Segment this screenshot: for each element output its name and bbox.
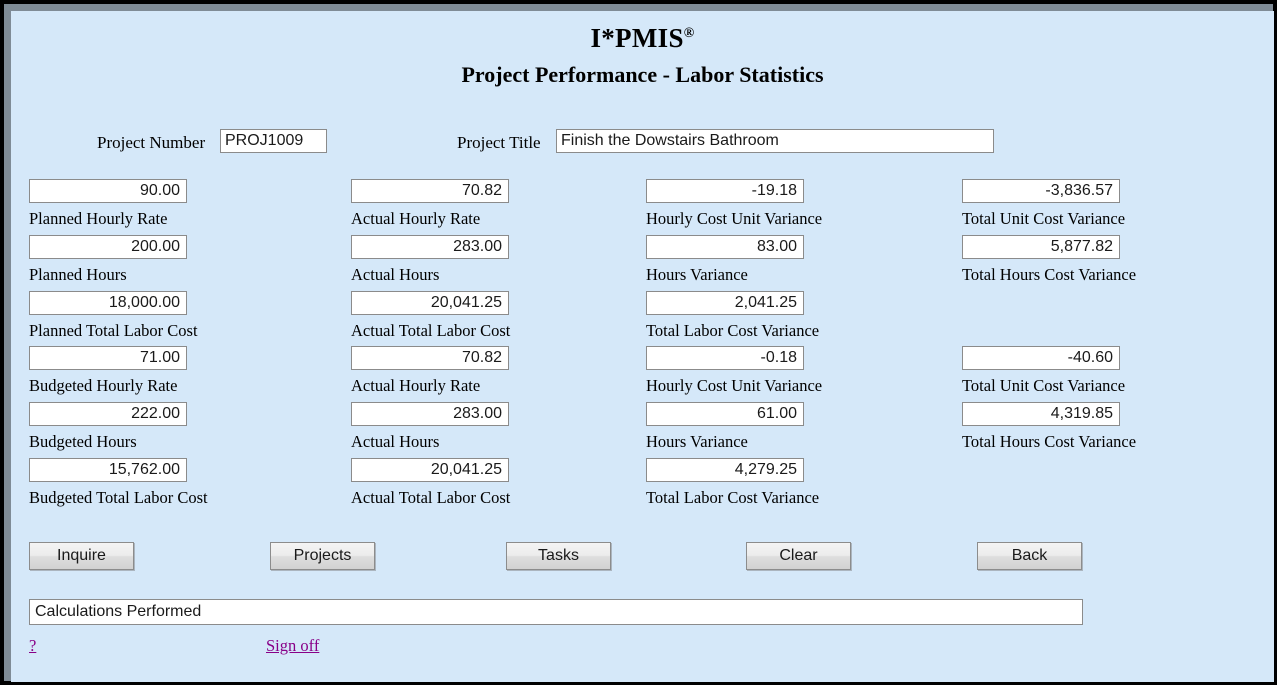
hours-variance-planned-label: Hours Variance: [646, 265, 804, 285]
stat-cell-actual-total-labor-cost-budgeted: Actual Total Labor Cost: [351, 458, 510, 508]
hourly-cost-unit-variance-planned-label: Hourly Cost Unit Variance: [646, 209, 822, 229]
budgeted-hours-label: Budgeted Hours: [29, 432, 187, 452]
stat-cell-actual-hourly-rate-planned: Actual Hourly Rate: [351, 179, 509, 229]
stat-cell-budgeted-hours: Budgeted Hours: [29, 402, 187, 452]
total-unit-cost-variance-budgeted-input[interactable]: [962, 346, 1120, 370]
actual-total-labor-cost-budgeted-label: Actual Total Labor Cost: [351, 488, 510, 508]
planned-total-labor-cost-label: Planned Total Labor Cost: [29, 321, 198, 341]
stat-cell-total-hours-cost-variance-budgeted: Total Hours Cost Variance: [962, 402, 1136, 452]
stat-cell-planned-hourly-rate: Planned Hourly Rate: [29, 179, 187, 229]
budgeted-hourly-rate-label: Budgeted Hourly Rate: [29, 376, 187, 396]
planned-hourly-rate-label: Planned Hourly Rate: [29, 209, 187, 229]
hourly-cost-unit-variance-budgeted-input[interactable]: [646, 346, 804, 370]
window-inner-border: I*PMIS® Project Performance - Labor Stat…: [4, 4, 1273, 681]
help-link[interactable]: ?: [29, 636, 36, 656]
total-hours-cost-variance-planned-input[interactable]: [962, 235, 1120, 259]
budgeted-total-labor-cost-label: Budgeted Total Labor Cost: [29, 488, 208, 508]
actual-hours-planned-input[interactable]: [351, 235, 509, 259]
stat-cell-total-unit-cost-variance-budgeted: Total Unit Cost Variance: [962, 346, 1125, 396]
registered-mark-icon: ®: [684, 26, 695, 41]
total-hours-cost-variance-budgeted-label: Total Hours Cost Variance: [962, 432, 1136, 452]
actual-total-labor-cost-budgeted-input[interactable]: [351, 458, 509, 482]
window-frame: I*PMIS® Project Performance - Labor Stat…: [0, 0, 1277, 685]
stat-cell-actual-hours-planned: Actual Hours: [351, 235, 509, 285]
stat-cell-hours-variance-planned: Hours Variance: [646, 235, 804, 285]
stat-cell-hourly-cost-unit-variance-budgeted: Hourly Cost Unit Variance: [646, 346, 822, 396]
clear-button[interactable]: Clear: [746, 542, 851, 570]
stat-cell-budgeted-hourly-rate: Budgeted Hourly Rate: [29, 346, 187, 396]
stat-cell-actual-total-labor-cost-planned: Actual Total Labor Cost: [351, 291, 510, 341]
budgeted-hours-input[interactable]: [29, 402, 187, 426]
planned-hourly-rate-input[interactable]: [29, 179, 187, 203]
project-title-input[interactable]: [556, 129, 994, 153]
actual-hourly-rate-budgeted-label: Actual Hourly Rate: [351, 376, 509, 396]
project-header-row: Project Number Project Title: [11, 129, 1274, 165]
hourly-cost-unit-variance-budgeted-label: Hourly Cost Unit Variance: [646, 376, 822, 396]
project-number-label: Project Number: [97, 133, 205, 153]
projects-button[interactable]: Projects: [270, 542, 375, 570]
actual-hourly-rate-budgeted-input[interactable]: [351, 346, 509, 370]
hours-variance-budgeted-label: Hours Variance: [646, 432, 804, 452]
back-button[interactable]: Back: [977, 542, 1082, 570]
page-content: I*PMIS® Project Performance - Labor Stat…: [11, 11, 1274, 682]
total-labor-cost-variance-planned-input[interactable]: [646, 291, 804, 315]
total-labor-cost-variance-planned-label: Total Labor Cost Variance: [646, 321, 819, 341]
stat-cell-actual-hours-budgeted: Actual Hours: [351, 402, 509, 452]
action-button-row: Inquire Projects Tasks Clear Back: [11, 542, 1274, 572]
project-title-label: Project Title: [457, 133, 541, 153]
tasks-button[interactable]: Tasks: [506, 542, 611, 570]
inquire-button[interactable]: Inquire: [29, 542, 134, 570]
total-labor-cost-variance-budgeted-label: Total Labor Cost Variance: [646, 488, 819, 508]
stat-cell-total-hours-cost-variance-planned: Total Hours Cost Variance: [962, 235, 1136, 285]
total-unit-cost-variance-planned-input[interactable]: [962, 179, 1120, 203]
budgeted-hourly-rate-input[interactable]: [29, 346, 187, 370]
budgeted-total-labor-cost-input[interactable]: [29, 458, 187, 482]
actual-hours-budgeted-input[interactable]: [351, 402, 509, 426]
status-message-field[interactable]: [29, 599, 1083, 625]
sign-off-link[interactable]: Sign off: [266, 636, 319, 656]
total-labor-cost-variance-budgeted-input[interactable]: [646, 458, 804, 482]
hourly-cost-unit-variance-planned-input[interactable]: [646, 179, 804, 203]
project-number-input[interactable]: [220, 129, 327, 153]
stat-cell-total-unit-cost-variance-planned: Total Unit Cost Variance: [962, 179, 1125, 229]
hours-variance-planned-input[interactable]: [646, 235, 804, 259]
hours-variance-budgeted-input[interactable]: [646, 402, 804, 426]
actual-hours-planned-label: Actual Hours: [351, 265, 509, 285]
stat-cell-total-labor-cost-variance-budgeted: Total Labor Cost Variance: [646, 458, 819, 508]
total-hours-cost-variance-planned-label: Total Hours Cost Variance: [962, 265, 1136, 285]
planned-total-labor-cost-input[interactable]: [29, 291, 187, 315]
actual-total-labor-cost-planned-input[interactable]: [351, 291, 509, 315]
stat-cell-actual-hourly-rate-budgeted: Actual Hourly Rate: [351, 346, 509, 396]
stat-cell-planned-total-labor-cost: Planned Total Labor Cost: [29, 291, 198, 341]
page-title: Project Performance - Labor Statistics: [11, 54, 1274, 88]
stat-cell-total-labor-cost-variance-planned: Total Labor Cost Variance: [646, 291, 819, 341]
app-title: I*PMIS®: [11, 11, 1274, 54]
planned-hours-input[interactable]: [29, 235, 187, 259]
actual-total-labor-cost-planned-label: Actual Total Labor Cost: [351, 321, 510, 341]
total-hours-cost-variance-budgeted-input[interactable]: [962, 402, 1120, 426]
actual-hourly-rate-planned-label: Actual Hourly Rate: [351, 209, 509, 229]
stat-cell-hourly-cost-unit-variance-planned: Hourly Cost Unit Variance: [646, 179, 822, 229]
total-unit-cost-variance-planned-label: Total Unit Cost Variance: [962, 209, 1125, 229]
footer-link-row: ? Sign off: [11, 636, 1274, 664]
actual-hours-budgeted-label: Actual Hours: [351, 432, 509, 452]
app-name: I*PMIS: [590, 23, 683, 53]
actual-hourly-rate-planned-input[interactable]: [351, 179, 509, 203]
planned-hours-label: Planned Hours: [29, 265, 187, 285]
stat-cell-hours-variance-budgeted: Hours Variance: [646, 402, 804, 452]
total-unit-cost-variance-budgeted-label: Total Unit Cost Variance: [962, 376, 1125, 396]
stat-cell-budgeted-total-labor-cost: Budgeted Total Labor Cost: [29, 458, 208, 508]
stat-cell-planned-hours: Planned Hours: [29, 235, 187, 285]
